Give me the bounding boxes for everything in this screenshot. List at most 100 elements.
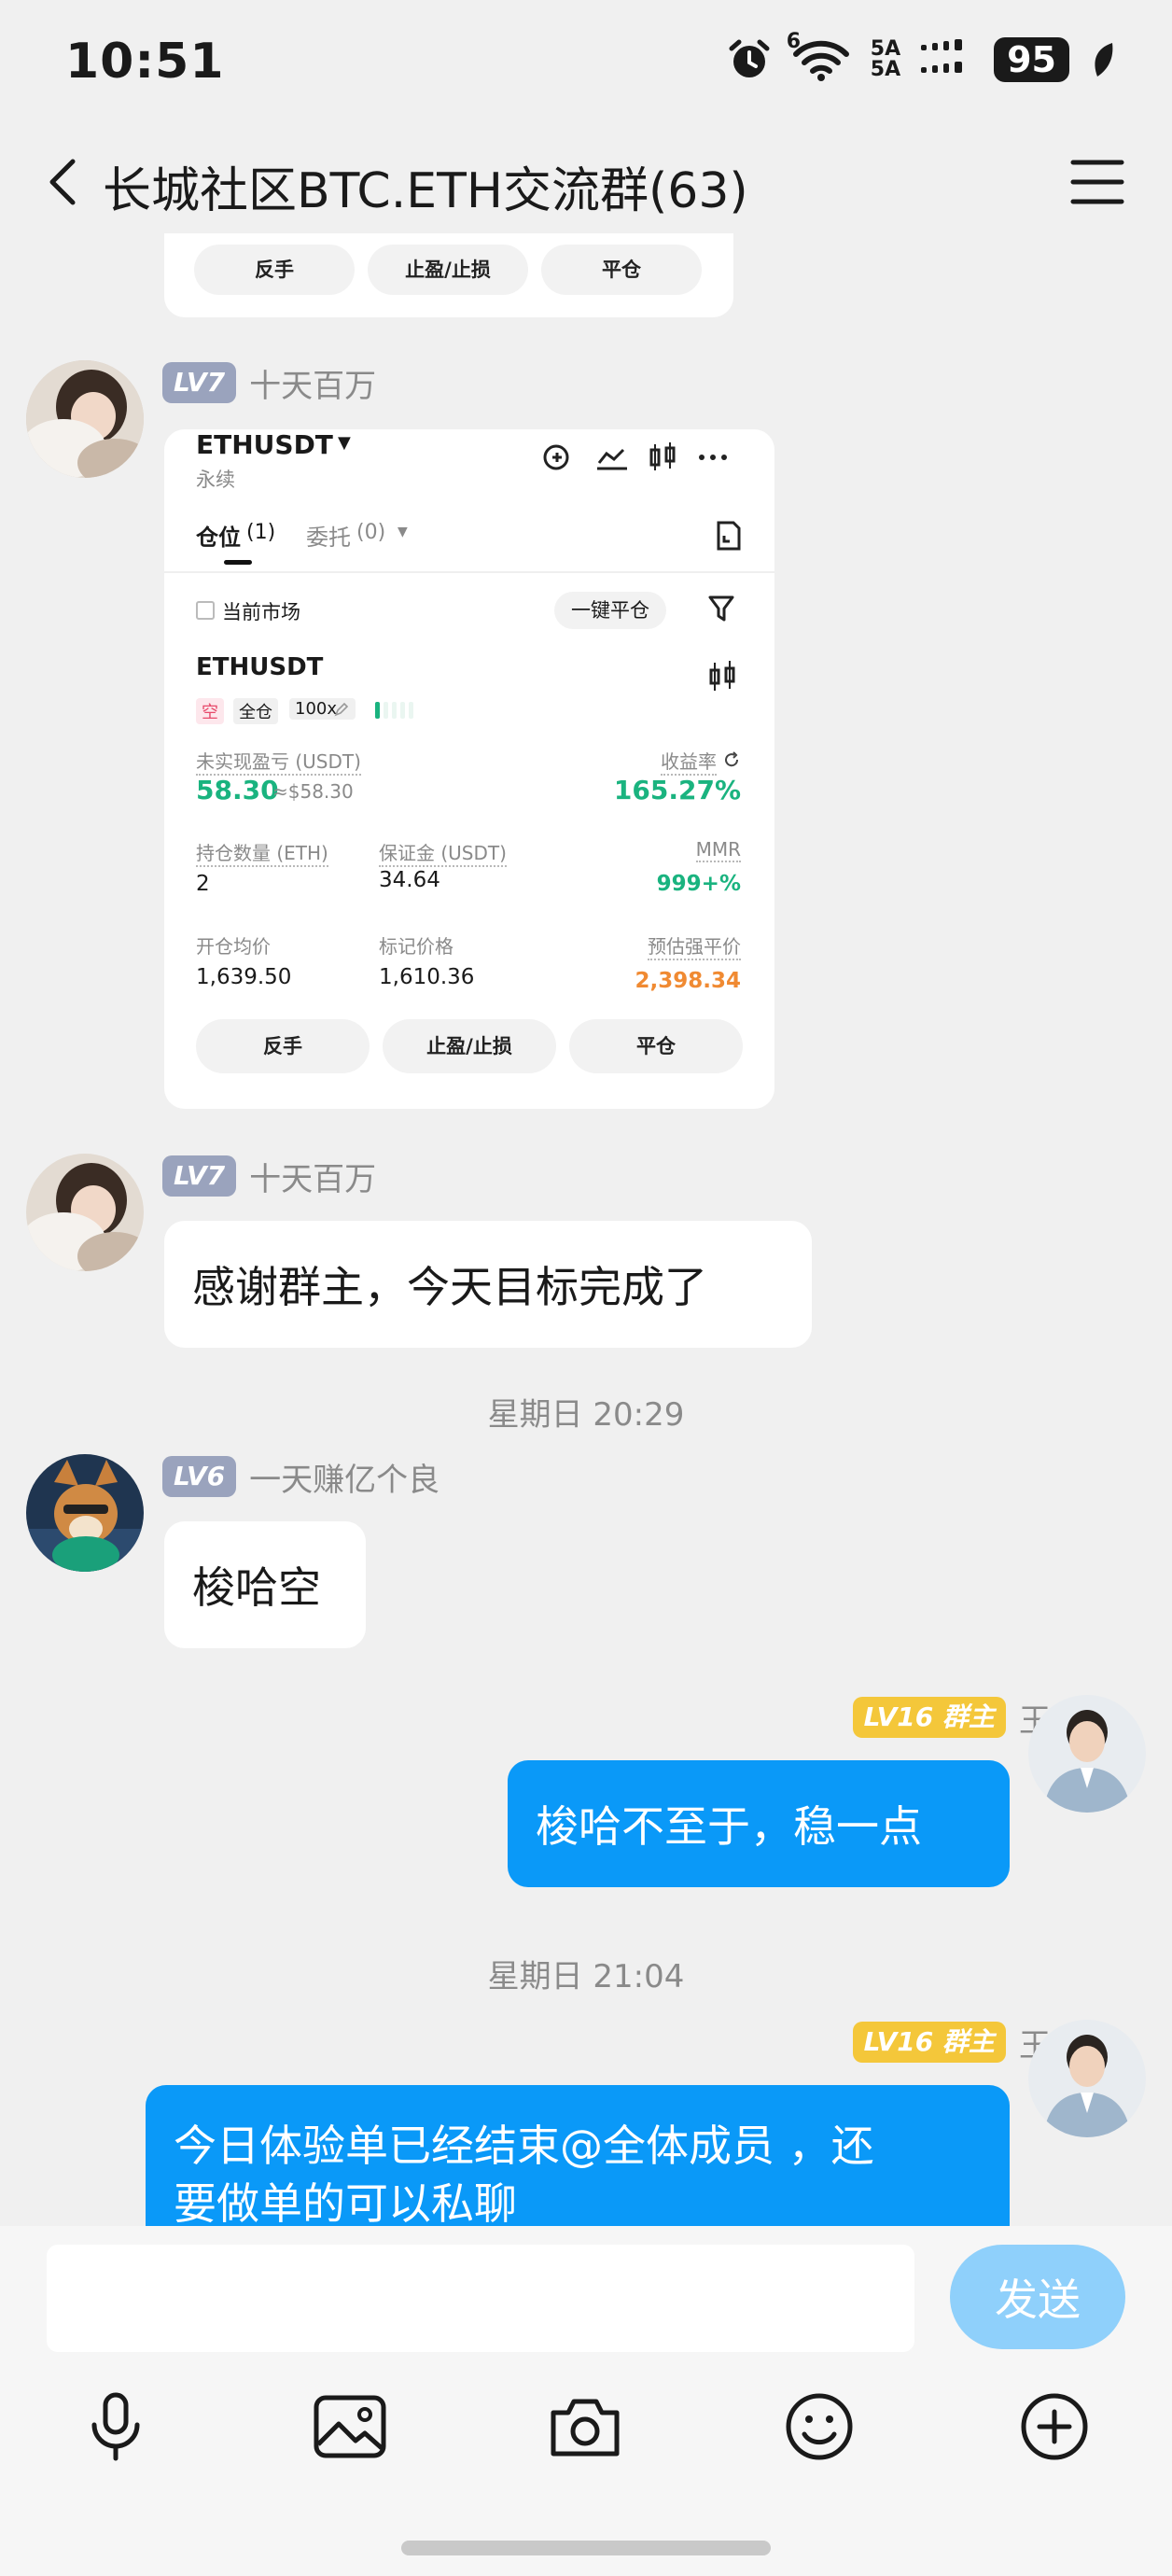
shot-reverse-pill: 反手 xyxy=(196,1019,370,1073)
timestamp: 星期日 21:04 xyxy=(487,1958,685,1995)
emoji-icon xyxy=(786,2393,853,2460)
voice-button[interactable] xyxy=(74,2385,158,2469)
shot-mmr-value: 999+% xyxy=(656,872,741,896)
avatar[interactable] xyxy=(1028,2020,1146,2137)
shot-pnl-label: 未实现盈亏 (USDT) xyxy=(196,747,361,776)
shot-position-symbol: ETHUSDT xyxy=(196,653,324,681)
message-line-2: 要做单的可以私聊 xyxy=(174,2178,517,2226)
signal-icon xyxy=(921,39,963,73)
shot-pnl-value: 58.30 xyxy=(196,775,279,805)
shot-symbol: ETHUSDT xyxy=(196,429,333,460)
sender-info: LV6 一天赚亿个良 xyxy=(162,1454,440,1499)
status-time: 10:51 xyxy=(65,34,225,90)
alarm-icon xyxy=(729,39,770,77)
avatar-man-image xyxy=(1028,1695,1146,1813)
sender-name: 一天赚亿个良 xyxy=(249,1461,440,1499)
shot-liq-value: 2,398.34 xyxy=(635,969,742,993)
menu-button[interactable] xyxy=(1069,157,1125,207)
chat-title: 长城社区BTC.ETH交流群(63) xyxy=(103,163,748,219)
shot-tab-orders: 委托 xyxy=(306,525,351,551)
image-button[interactable] xyxy=(308,2385,392,2469)
shot-margin-label: 保证金 (USDT) xyxy=(379,838,507,867)
home-indicator[interactable] xyxy=(401,2541,771,2555)
message-bubble[interactable]: 梭哈空 xyxy=(164,1521,366,1648)
input-bar: 发送 xyxy=(0,2226,1172,2576)
prev-tpsl-button[interactable]: 止盈/止损 xyxy=(368,245,528,295)
shot-liq-label: 预估强平价 xyxy=(648,931,741,960)
menu-icon xyxy=(1070,160,1124,204)
avatar[interactable] xyxy=(26,1454,144,1572)
shot-tpsl-pill: 止盈/止损 xyxy=(383,1019,556,1073)
checkbox-icon xyxy=(196,601,215,620)
chart-toolbar-icons xyxy=(543,442,727,470)
avatar[interactable] xyxy=(1028,1695,1146,1813)
level-badge: LV7 xyxy=(162,1155,237,1197)
wifi-badge: 6 xyxy=(786,30,802,53)
message-input[interactable] xyxy=(47,2245,914,2352)
camera-button[interactable] xyxy=(543,2385,627,2469)
shot-tab-positions: 仓位 xyxy=(196,525,241,551)
wifi-icon: 6 xyxy=(787,32,850,82)
owner-level-badge: LV16 群主 xyxy=(852,1697,1006,1738)
mic-icon xyxy=(91,2392,140,2461)
plus-icon xyxy=(1021,2393,1088,2460)
shot-filter-label: 当前市场 xyxy=(222,601,300,623)
shot-size-value: 2 xyxy=(196,872,210,896)
avatar-dog-image xyxy=(26,1454,144,1572)
shot-roe-value: 165.27% xyxy=(613,775,741,805)
send-button[interactable]: 发送 xyxy=(950,2245,1125,2349)
active-tab-underline xyxy=(224,560,252,565)
refresh-icon xyxy=(725,751,739,767)
edit-icon xyxy=(334,702,349,717)
chat-messages[interactable]: 反手 止盈/止损 平仓 LV7 十天百万 ETHUSDT ▼ 永续 仓位 (1)… xyxy=(0,233,1172,2226)
shot-entry-value: 1,639.50 xyxy=(196,965,292,989)
back-icon xyxy=(49,159,76,205)
avatar[interactable] xyxy=(26,360,144,478)
tab-caret-icon: ▼ xyxy=(398,525,408,539)
message-bubble[interactable]: 今日体验单已经结束@全体成员 ，还 要做单的可以私聊 xyxy=(146,2085,1010,2226)
owner-level-badge: LV16 群主 xyxy=(852,2022,1006,2063)
emoji-button[interactable] xyxy=(777,2385,861,2469)
leaf-icon xyxy=(1095,43,1113,77)
sender-info: LV16 群主 王 xyxy=(852,2020,1051,2065)
message-bubble[interactable]: 感谢群主，今天目标完成了 xyxy=(164,1221,812,1348)
filter-icon xyxy=(708,595,734,622)
shot-tab-orders-count: (0) xyxy=(356,521,386,544)
shot-divider xyxy=(164,571,774,573)
position-screenshot-image[interactable]: ETHUSDT ▼ 永续 仓位 (1) 委托 (0) ▼ 当前市场 一键平仓 E… xyxy=(164,429,774,1109)
back-button[interactable] xyxy=(37,154,93,210)
level-badge: LV6 xyxy=(162,1456,237,1497)
battery-indicator: 95 xyxy=(994,37,1069,82)
more-button[interactable] xyxy=(1012,2385,1096,2469)
status-icons: 6 5A 5A 95 xyxy=(727,32,1116,82)
shot-tag-side: 空 xyxy=(196,698,224,724)
signal-label-2: 5A xyxy=(870,58,901,81)
candle-icon xyxy=(709,661,735,691)
shot-close-pill: 平仓 xyxy=(569,1019,743,1073)
prev-close-button[interactable]: 平仓 xyxy=(541,245,702,295)
timestamp: 星期日 20:29 xyxy=(487,1396,685,1434)
risk-meter xyxy=(375,702,431,719)
message-bubble[interactable]: 梭哈不至于，稳一点 xyxy=(508,1760,1010,1887)
dropdown-caret-icon: ▼ xyxy=(338,433,351,453)
shot-mark-label: 标记价格 xyxy=(379,935,453,958)
shot-symbol-sub: 永续 xyxy=(196,469,235,491)
level-badge: LV7 xyxy=(162,362,237,403)
prev-reverse-button[interactable]: 反手 xyxy=(194,245,355,295)
avatar[interactable] xyxy=(26,1154,144,1271)
chat-header: 长城社区BTC.ETH交流群(63) xyxy=(0,131,1172,233)
message-line-1: 今日体验单已经结束@全体成员 ，还 xyxy=(174,2121,874,2171)
sender-info: LV16 群主 王 xyxy=(852,1695,1051,1740)
shot-entry-label: 开仓均价 xyxy=(196,935,271,958)
history-icon xyxy=(717,521,741,551)
shot-tab-positions-count: (1) xyxy=(246,521,276,544)
avatar-girl-image xyxy=(26,360,144,478)
avatar-man-image xyxy=(1028,2020,1146,2137)
status-bar: 10:51 6 5A 5A 95 xyxy=(0,0,1172,131)
shot-pnl-approx: ≈$58.30 xyxy=(272,780,354,803)
previous-position-card[interactable]: 反手 止盈/止损 平仓 xyxy=(164,233,733,317)
shot-tag-margin: 全仓 xyxy=(233,698,278,724)
sender-info: LV7 十天百万 xyxy=(162,360,376,405)
avatar-girl-image xyxy=(26,1154,144,1271)
signal-label-1: 5A xyxy=(870,37,901,61)
